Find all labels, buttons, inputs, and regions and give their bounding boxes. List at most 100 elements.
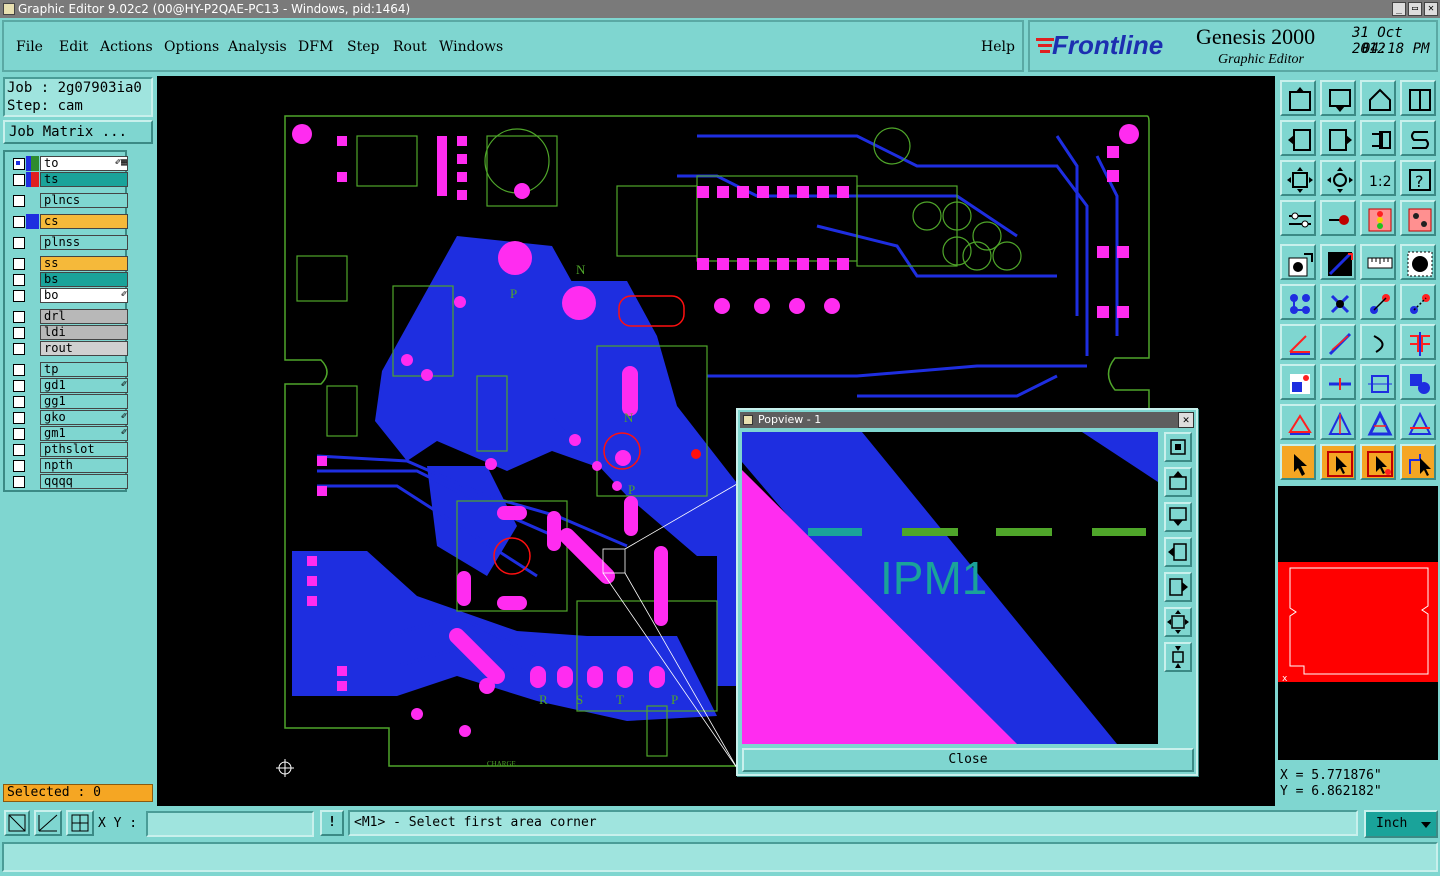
help-query-button[interactable]: ? xyxy=(1400,160,1436,196)
split-line-button[interactable] xyxy=(1320,364,1356,400)
layer-checkbox[interactable] xyxy=(13,327,25,339)
popview-zoom-in-button[interactable] xyxy=(1164,642,1192,672)
arc-button[interactable] xyxy=(1360,324,1396,360)
menu-step[interactable]: Step xyxy=(347,39,379,55)
triangle-mixed-button[interactable] xyxy=(1400,404,1436,440)
triangle-outline-button[interactable] xyxy=(1360,404,1396,440)
pad-square-button[interactable] xyxy=(1280,364,1316,400)
layer-row-to[interactable]: to ✐▦ xyxy=(11,156,129,171)
close-window-button[interactable]: ✕ xyxy=(1424,2,1438,16)
layer-name[interactable]: plnss xyxy=(40,235,128,250)
select-area-button[interactable] xyxy=(1320,444,1356,480)
layer-row-bo[interactable]: bo ✐ xyxy=(11,288,129,303)
layer-checkbox[interactable] xyxy=(13,412,25,424)
popview-pan-left-button[interactable] xyxy=(1164,537,1192,567)
layer-checkbox[interactable] xyxy=(13,258,25,270)
filter-button[interactable] xyxy=(1280,200,1316,236)
layer-row-gd1[interactable]: gd1 ✐ xyxy=(11,378,129,393)
layer-row-drl[interactable]: drl xyxy=(11,309,129,324)
layer-row-plncs[interactable]: plncs xyxy=(11,193,129,208)
triangle-red-button[interactable] xyxy=(1280,404,1316,440)
add-pad-button[interactable] xyxy=(1360,284,1396,320)
layer-name[interactable]: bo xyxy=(40,288,128,303)
overview-panel[interactable]: x xyxy=(1278,486,1438,760)
snap-pointer-button[interactable] xyxy=(1320,200,1356,236)
pad-circle-button[interactable] xyxy=(1400,244,1436,280)
layer-checkbox[interactable] xyxy=(13,216,25,228)
popview-zoom-out-button[interactable] xyxy=(1164,607,1192,637)
layer-checkbox[interactable] xyxy=(13,460,25,472)
layer-checkbox[interactable] xyxy=(13,364,25,376)
ruler-button[interactable] xyxy=(1360,244,1396,280)
pan-left-button[interactable] xyxy=(1280,120,1316,156)
layer-name[interactable]: npth xyxy=(40,458,128,473)
swap-view-button[interactable] xyxy=(1360,120,1396,156)
layer-name[interactable]: bs xyxy=(40,272,128,287)
layer-checkbox[interactable] xyxy=(13,195,25,207)
layer-name[interactable]: cs xyxy=(40,214,128,229)
layer-name[interactable]: drl xyxy=(40,309,128,324)
hint-button[interactable]: ! xyxy=(320,810,344,836)
layer-row-cs[interactable]: cs xyxy=(11,214,129,229)
layer-checkbox[interactable] xyxy=(13,476,25,488)
layer-checkbox[interactable] xyxy=(13,444,25,456)
popview-zoom-fit-button[interactable] xyxy=(1164,432,1192,462)
home-view-button[interactable] xyxy=(1360,80,1396,116)
layer-row-bs[interactable]: bs xyxy=(11,272,129,287)
layer-name[interactable]: ldi xyxy=(40,325,128,340)
layer-checkbox[interactable] xyxy=(13,343,25,355)
zoom-home-button[interactable] xyxy=(1280,80,1316,116)
menu-dfm[interactable]: DFM xyxy=(298,39,333,55)
zoom-center-button[interactable] xyxy=(1320,160,1356,196)
menu-windows[interactable]: Windows xyxy=(439,39,503,55)
menu-help[interactable]: Help xyxy=(981,39,1015,55)
job-matrix-button[interactable]: Job Matrix ... xyxy=(3,120,153,144)
menu-file[interactable]: File xyxy=(16,39,43,55)
layer-checkbox[interactable] xyxy=(13,174,25,186)
pan-right-button[interactable] xyxy=(1320,120,1356,156)
slope-line-button[interactable] xyxy=(1320,324,1356,360)
zoom-fit-button[interactable] xyxy=(1280,160,1316,196)
layer-name[interactable]: gg1 xyxy=(40,394,128,409)
maximize-button[interactable]: ▭ xyxy=(1408,2,1422,16)
layer-name[interactable]: ss xyxy=(40,256,128,271)
layer-row-npth[interactable]: npth xyxy=(11,458,129,473)
move-pad-button[interactable] xyxy=(1400,284,1436,320)
zoom-1to1-button[interactable]: 1:2 xyxy=(1360,160,1396,196)
layer-name[interactable]: gd1 xyxy=(40,378,128,393)
menu-edit[interactable]: Edit xyxy=(59,39,88,55)
layer-name[interactable]: plncs xyxy=(40,193,128,208)
layer-checkbox[interactable] xyxy=(13,290,25,302)
menu-actions[interactable]: Actions xyxy=(100,39,153,55)
layer-row-ts[interactable]: ts xyxy=(11,172,129,187)
layer-checkbox[interactable] xyxy=(13,274,25,286)
angle-button[interactable] xyxy=(1280,324,1316,360)
popview-close-button[interactable]: Close xyxy=(742,748,1194,772)
triangle-blue-button[interactable] xyxy=(1320,404,1356,440)
layer-row-plnss[interactable]: plnss xyxy=(11,235,129,250)
layer-name[interactable]: qqqq xyxy=(40,474,128,489)
pan-down-button[interactable] xyxy=(1320,80,1356,116)
layers-compare-button[interactable] xyxy=(1360,200,1396,236)
select-chain-button[interactable] xyxy=(1400,444,1436,480)
minimize-button[interactable]: _ xyxy=(1392,2,1406,16)
select-net-button[interactable] xyxy=(1360,444,1396,480)
layer-checkbox[interactable] xyxy=(13,158,25,170)
popview-pan-down-button[interactable] xyxy=(1164,502,1192,532)
popview-canvas[interactable]: IPM1 xyxy=(742,432,1158,744)
popview-close-x[interactable]: ✕ xyxy=(1178,412,1194,428)
split-view-button[interactable] xyxy=(1400,80,1436,116)
layer-row-qqqq[interactable]: qqqq xyxy=(11,474,129,489)
layer-name[interactable]: tp xyxy=(40,362,128,377)
layers-compare-alt-button[interactable] xyxy=(1400,200,1436,236)
layer-row-gg1[interactable]: gg1 xyxy=(11,394,129,409)
features-select-button[interactable] xyxy=(1280,244,1316,280)
layer-checkbox[interactable] xyxy=(13,428,25,440)
layer-checkbox[interactable] xyxy=(13,396,25,408)
units-select[interactable]: Inch xyxy=(1364,810,1438,838)
layer-row-tp[interactable]: tp xyxy=(11,362,129,377)
popview-pan-up-button[interactable] xyxy=(1164,467,1192,497)
layer-checkbox[interactable] xyxy=(13,237,25,249)
select-arrow-button[interactable] xyxy=(1280,444,1316,480)
layer-row-ldi[interactable]: ldi xyxy=(11,325,129,340)
